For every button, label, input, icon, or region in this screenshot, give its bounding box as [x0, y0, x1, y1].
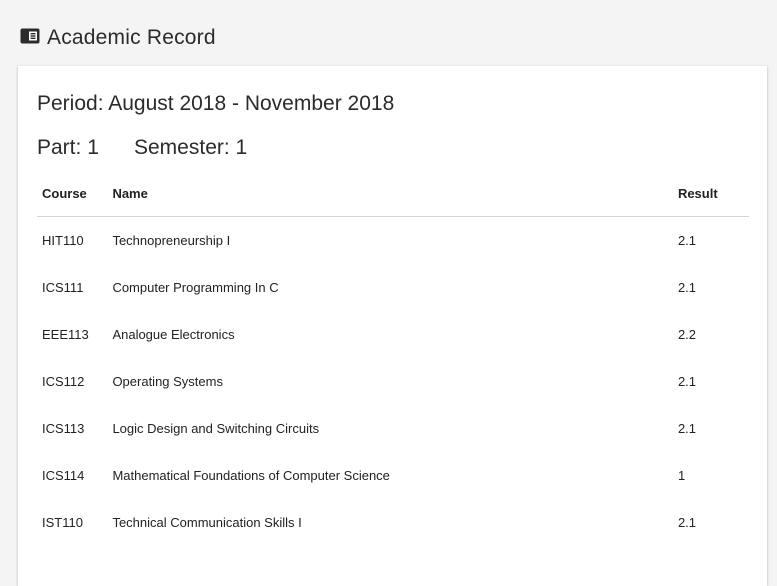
course-code: ICS114 — [42, 468, 85, 483]
course-code: ICS111 — [42, 280, 84, 295]
id-card-icon — [20, 28, 40, 44]
part-semester-line: Part: 1 Semester: 1 — [37, 136, 247, 160]
course-name: Technopreneurship I — [112, 233, 231, 248]
course-result: 2.1 — [677, 374, 697, 389]
part-value: 1 — [87, 136, 99, 159]
table-row: ICS111 Computer Programming In C 2.1 — [37, 264, 749, 311]
part-label: Part: — [37, 136, 82, 159]
part-info: Part: 1 — [37, 136, 134, 160]
course-result: 2.1 — [677, 280, 697, 295]
course-code: ICS112 — [42, 374, 85, 389]
table-row: HIT110 Technopreneurship I 2.1 — [37, 217, 749, 265]
period-line: Period: August 2018 - November 2018 — [37, 92, 394, 116]
course-result: 2.1 — [677, 421, 697, 436]
course-name: Mathematical Foundations of Computer Sci… — [112, 468, 390, 483]
course-result: 2.2 — [677, 327, 697, 342]
course-code: EEE113 — [42, 327, 89, 342]
course-result: 2.1 — [677, 233, 697, 248]
table-row: ICS113 Logic Design and Switching Circui… — [37, 405, 749, 452]
course-result: 1 — [677, 468, 686, 483]
table-row: EEE113 Analogue Electronics 2.2 — [37, 311, 749, 358]
course-name: Technical Communication Skills I — [112, 515, 302, 530]
column-header-course: Course — [37, 170, 108, 217]
semester-value: 1 — [235, 136, 248, 159]
table-row: ICS112 Operating Systems 2.1 — [37, 358, 749, 405]
column-header-name: Name — [107, 170, 673, 217]
results-table: Course Name Result HIT110 Technopreneurs… — [37, 170, 749, 546]
page-header: Academic Record — [20, 24, 216, 52]
course-code: HIT110 — [42, 233, 84, 248]
table-row: IST110 Technical Communication Skills I … — [37, 499, 749, 546]
semester-info: Semester: 1 — [134, 136, 247, 160]
page-title: Academic Record — [47, 26, 216, 49]
semester-label: Semester: — [134, 136, 230, 159]
period-label: Period: — [37, 92, 104, 115]
academic-record-card: Period: August 2018 - November 2018 Part… — [18, 66, 767, 586]
table-row: ICS114 Mathematical Foundations of Compu… — [37, 452, 749, 499]
table-header-row: Course Name Result — [37, 170, 749, 217]
course-code: IST110 — [42, 515, 83, 530]
course-name: Analogue Electronics — [112, 327, 235, 342]
period-value: August 2018 - November 2018 — [108, 92, 395, 115]
course-name: Operating Systems — [112, 374, 223, 389]
course-name: Computer Programming In C — [112, 280, 279, 295]
column-header-result: Result — [672, 170, 749, 217]
course-result: 2.1 — [677, 515, 697, 530]
course-name: Logic Design and Switching Circuits — [112, 421, 320, 436]
course-code: ICS113 — [42, 421, 85, 436]
